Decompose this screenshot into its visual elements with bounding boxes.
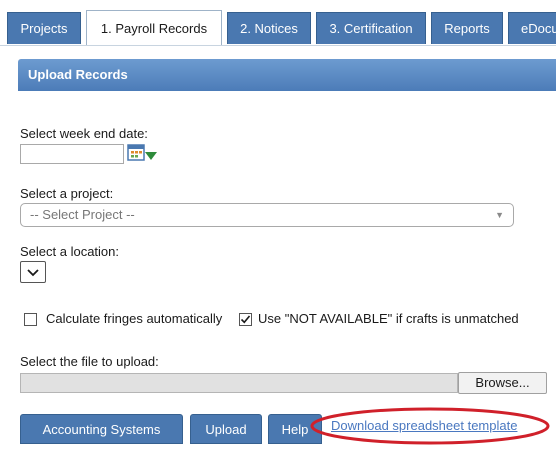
- tab-payroll-records[interactable]: 1. Payroll Records: [86, 10, 222, 45]
- project-select-value: -- Select Project --: [30, 207, 135, 222]
- location-label: Select a location:: [20, 244, 120, 259]
- tab-projects[interactable]: Projects: [7, 12, 81, 44]
- dropdown-arrow-icon: ▼: [495, 210, 504, 220]
- browse-button[interactable]: Browse...: [458, 372, 547, 394]
- tab-notices[interactable]: 2. Notices: [227, 12, 311, 44]
- file-path-field[interactable]: [20, 373, 458, 393]
- panel-title: Upload Records: [18, 59, 556, 91]
- project-label: Select a project:: [20, 186, 114, 201]
- calc-fringes-label: Calculate fringes automatically: [46, 311, 223, 326]
- chevron-down-icon: [27, 269, 39, 277]
- not-available-label: Use "NOT AVAILABLE" if crafts is unmatch…: [258, 311, 519, 326]
- project-select[interactable]: -- Select Project -- ▼: [20, 203, 514, 227]
- file-upload-label: Select the file to upload:: [20, 354, 159, 369]
- calc-fringes-checkbox[interactable]: [24, 313, 37, 326]
- not-available-checkbox[interactable]: [239, 313, 252, 326]
- tab-reports[interactable]: Reports: [431, 12, 503, 44]
- week-end-date-input[interactable]: [20, 144, 124, 164]
- tab-bar: Projects 1. Payroll Records 2. Notices 3…: [0, 0, 556, 46]
- tab-edocuments[interactable]: eDocu: [508, 12, 556, 44]
- calendar-icon[interactable]: [127, 143, 159, 165]
- location-select[interactable]: [20, 261, 46, 283]
- check-icon: [240, 315, 251, 324]
- tab-certification[interactable]: 3. Certification: [316, 12, 426, 44]
- download-template-link[interactable]: Download spreadsheet template: [331, 418, 517, 433]
- week-end-date-label: Select week end date:: [20, 126, 148, 141]
